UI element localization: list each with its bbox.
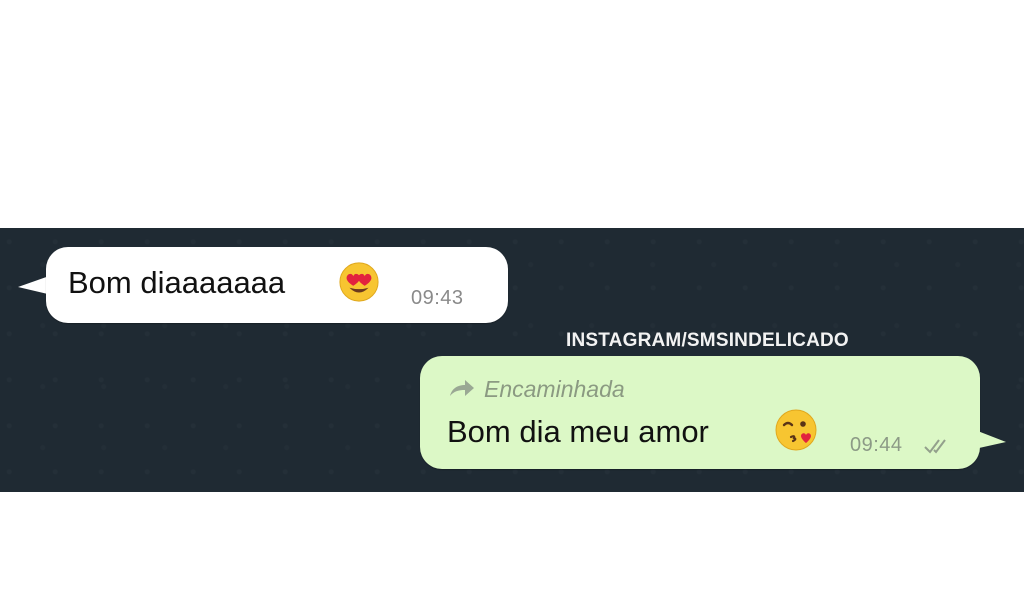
kissing-heart-emoji-icon: [775, 409, 817, 451]
forward-arrow-icon: [450, 380, 474, 396]
incoming-message[interactable]: Bom diaaaaaaa 09:43: [46, 247, 508, 323]
double-check-icon: [924, 439, 946, 454]
chat-area: Bom diaaaaaaa 09:43 INSTAGRAM/SMSINDELIC…: [0, 228, 1024, 492]
incoming-message-time: 09:43: [411, 287, 464, 309]
watermark-text: INSTAGRAM/SMSINDELICADO: [566, 330, 849, 351]
incoming-message-text: Bom diaaaaaaa: [68, 265, 286, 300]
outgoing-message-text: Bom dia meu amor: [447, 414, 709, 449]
outgoing-message[interactable]: Encaminhada Bom dia meu amor 09:44: [420, 356, 980, 469]
outgoing-message-time: 09:44: [850, 434, 903, 456]
forwarded-label: Encaminhada: [484, 376, 625, 402]
outgoing-bubble-tail: [970, 428, 1006, 450]
heart-eyes-emoji-icon: [339, 262, 379, 302]
